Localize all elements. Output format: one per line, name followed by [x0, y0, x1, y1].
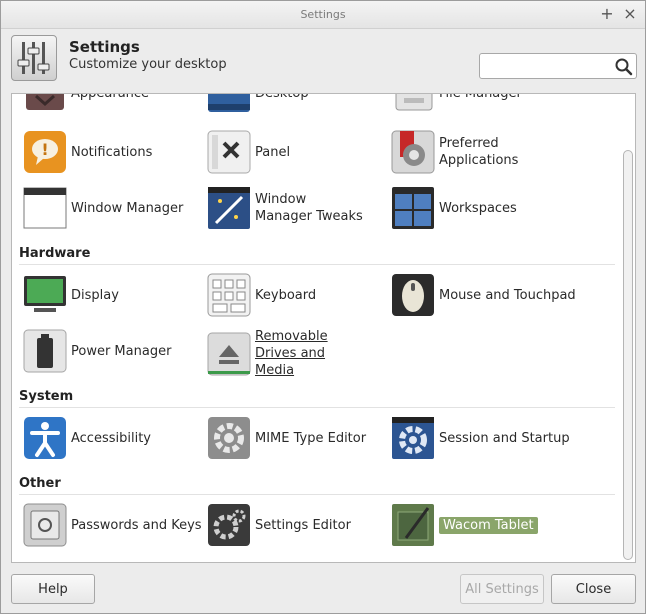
- item-label: Wacom Tablet: [439, 516, 538, 534]
- item-window-manager-tweaks[interactable]: Window Manager Tweaks: [206, 185, 365, 231]
- item-workspaces[interactable]: Workspaces: [390, 185, 517, 231]
- eject-icon: [206, 331, 252, 377]
- item-label: Preferred Applications: [439, 136, 519, 168]
- window-title: Settings: [300, 8, 346, 21]
- preferred-applications-icon: [390, 129, 436, 175]
- desktop-icon: [206, 94, 252, 116]
- close-button[interactable]: Close: [551, 574, 636, 604]
- window-manager-icon: [22, 185, 68, 231]
- item-removable-drives[interactable]: Removable Drives and Media: [206, 328, 365, 379]
- all-settings-button[interactable]: All Settings: [460, 574, 544, 604]
- item-label: Workspaces: [439, 200, 517, 216]
- svg-text:!: !: [41, 140, 48, 159]
- item-label: Panel: [255, 144, 291, 160]
- maximize-icon[interactable]: +: [598, 5, 616, 23]
- battery-icon: [22, 328, 68, 374]
- item-preferred-applications[interactable]: Preferred Applications: [390, 129, 549, 175]
- item-label: MIME Type Editor: [255, 430, 367, 446]
- settings-sliders-icon: [11, 35, 57, 81]
- help-button[interactable]: Help: [11, 574, 95, 604]
- settings-editor-icon: [206, 502, 252, 548]
- file-manager-icon: [390, 94, 436, 116]
- item-label: Accessibility: [71, 430, 151, 446]
- item-label: File Manager: [439, 93, 522, 101]
- item-notifications[interactable]: ! Notifications: [22, 129, 152, 175]
- keyboard-icon: [206, 272, 252, 318]
- item-label: Settings Editor: [255, 517, 351, 533]
- session-gear-icon: [390, 415, 436, 461]
- page-subtitle: Customize your desktop: [69, 57, 227, 72]
- item-label: Passwords and Keys: [71, 517, 202, 533]
- item-mime-type-editor[interactable]: MIME Type Editor: [206, 415, 366, 461]
- panel-icon: [206, 129, 252, 175]
- mouse-icon: [390, 272, 436, 318]
- tablet-icon: [390, 502, 436, 548]
- item-label: Notifications: [71, 144, 153, 160]
- item-label: Display: [71, 287, 119, 303]
- notifications-icon: !: [22, 129, 68, 175]
- item-settings-editor[interactable]: Settings Editor: [206, 502, 351, 548]
- item-panel[interactable]: Panel: [206, 129, 290, 175]
- titlebar[interactable]: Settings + ×: [1, 1, 645, 29]
- item-display[interactable]: Display: [22, 272, 119, 318]
- item-mouse-touchpad[interactable]: Mouse and Touchpad: [390, 272, 576, 318]
- item-window-manager[interactable]: Window Manager: [22, 185, 183, 231]
- category-hardware: Hardware: [19, 246, 615, 265]
- item-keyboard[interactable]: Keyboard: [206, 272, 316, 318]
- settings-window: Settings + × Settings Customize your des…: [0, 0, 646, 614]
- scrollbar[interactable]: [623, 96, 633, 560]
- item-label: Desktop: [255, 93, 309, 101]
- item-label: Mouse and Touchpad: [439, 287, 576, 303]
- item-label: Power Manager: [71, 343, 172, 359]
- item-session-startup[interactable]: Session and Startup: [390, 415, 570, 461]
- safe-icon: [22, 502, 68, 548]
- category-other: Other: [19, 476, 615, 495]
- page-title: Settings: [69, 38, 140, 56]
- display-icon: [22, 272, 68, 318]
- item-desktop[interactable]: Desktop: [206, 93, 309, 116]
- header: Settings Customize your desktop: [1, 29, 645, 91]
- scrollbar-thumb[interactable]: [623, 150, 633, 560]
- item-label: Removable Drives and Media: [255, 329, 328, 378]
- item-power-manager[interactable]: Power Manager: [22, 328, 171, 374]
- close-window-icon[interactable]: ×: [621, 5, 639, 23]
- item-label: Window Manager: [71, 200, 184, 216]
- appearance-icon: [22, 94, 68, 116]
- item-label: Appearance: [71, 93, 150, 101]
- gear-icon: [206, 415, 252, 461]
- item-accessibility[interactable]: Accessibility: [22, 415, 151, 461]
- item-label: Window Manager Tweaks: [255, 192, 363, 224]
- item-file-manager[interactable]: File Manager: [390, 93, 522, 116]
- item-label: Session and Startup: [439, 430, 570, 446]
- search-icon[interactable]: [614, 57, 634, 77]
- item-appearance[interactable]: Appearance: [22, 93, 150, 116]
- accessibility-icon: [22, 415, 68, 461]
- item-wacom-tablet[interactable]: Wacom Tablet: [390, 502, 538, 548]
- workspaces-icon: [390, 185, 436, 231]
- window-manager-tweaks-icon: [206, 185, 252, 231]
- settings-grid: Appearance Desktop File Manager ! Notifi…: [11, 93, 636, 563]
- category-system: System: [19, 389, 615, 408]
- item-passwords-keys[interactable]: Passwords and Keys: [22, 502, 202, 548]
- item-label: Keyboard: [255, 287, 317, 303]
